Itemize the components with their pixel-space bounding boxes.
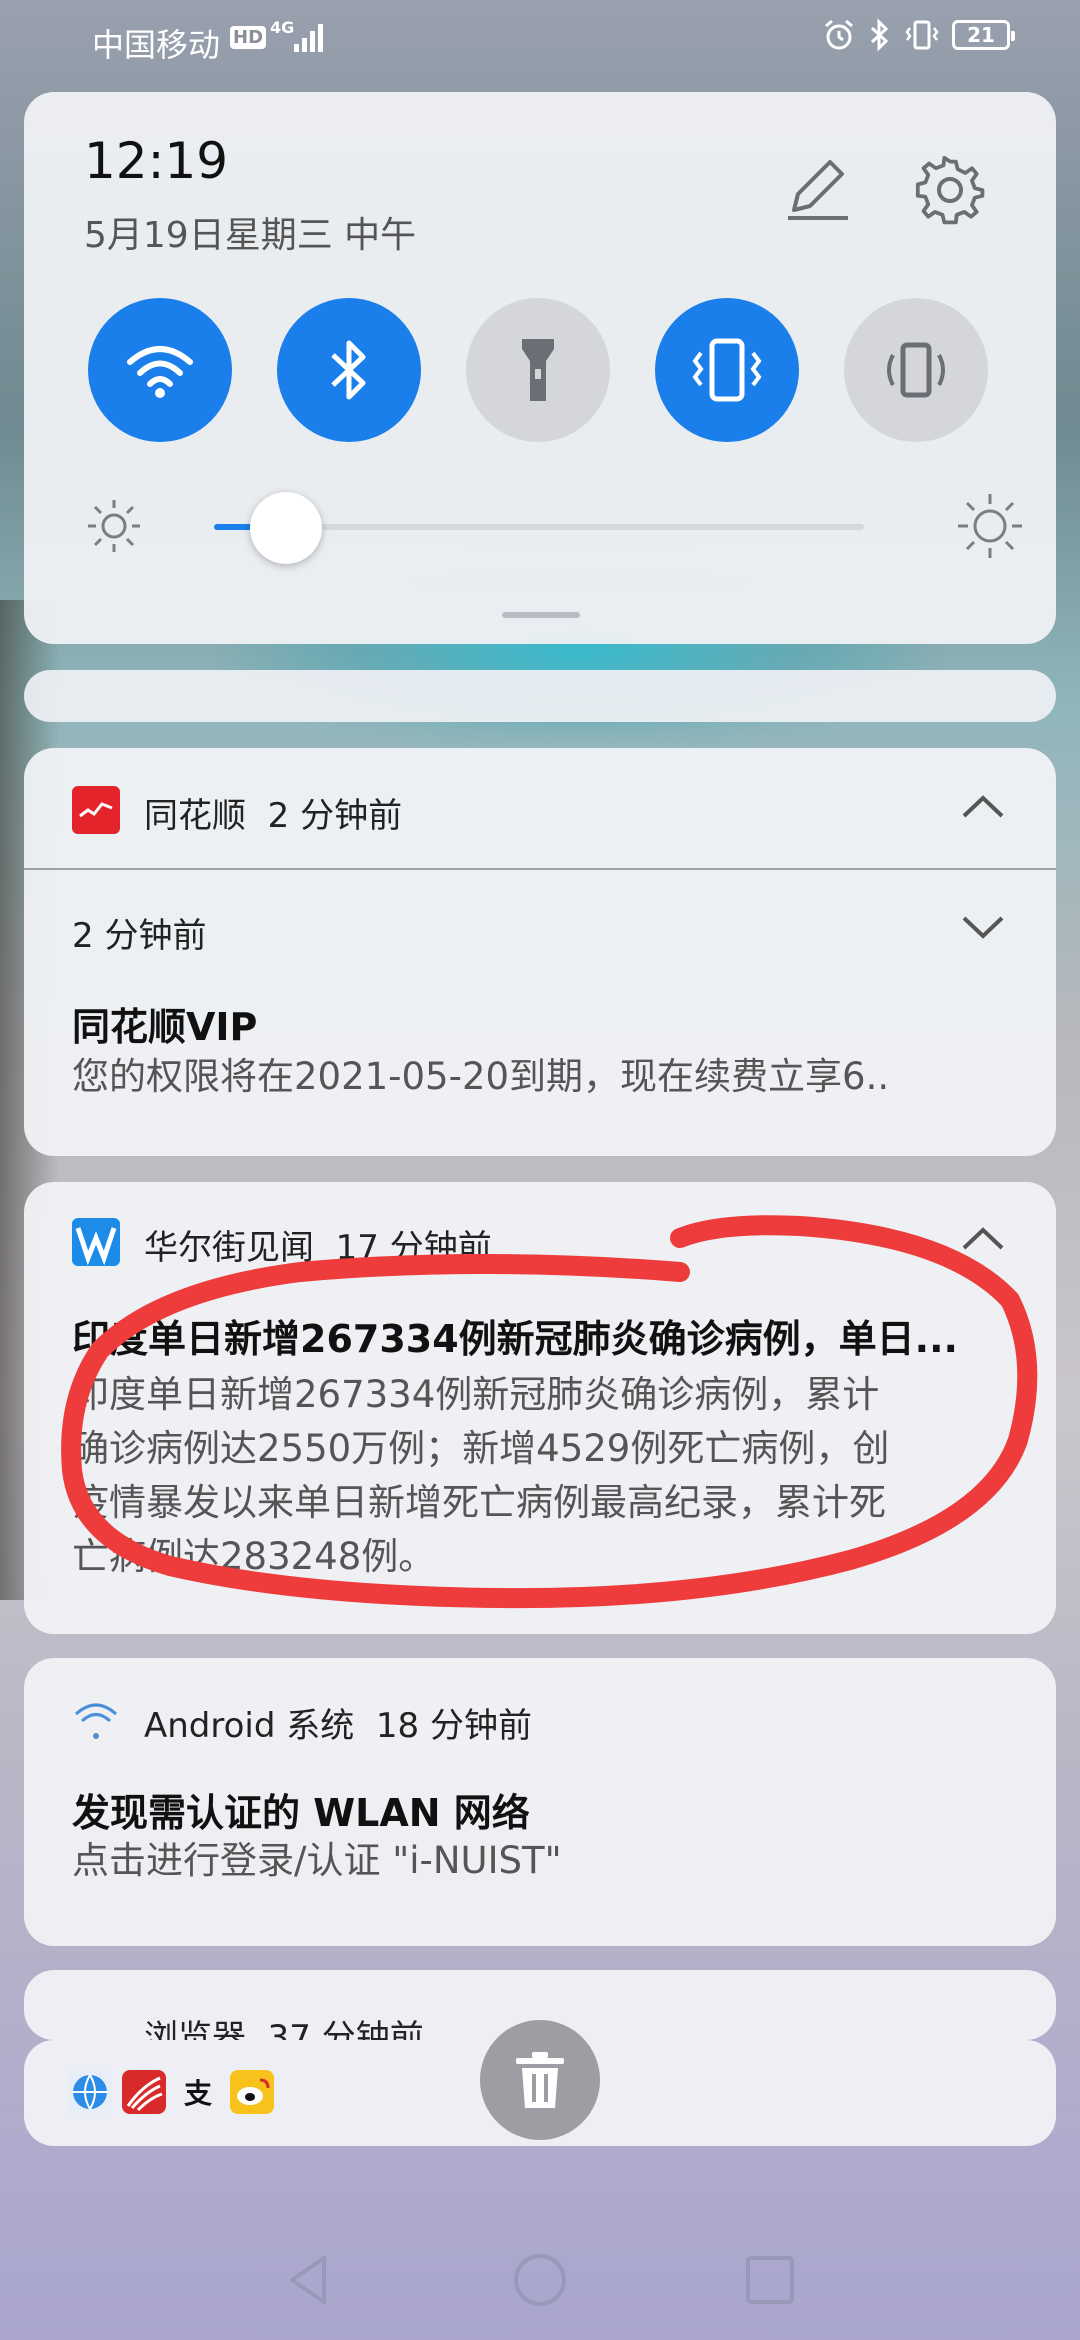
carrier-name: 中国移动 <box>92 26 221 64</box>
notification-app-label: 浏览器 37 分钟前 <box>144 2018 424 2040</box>
xuexitong-icon[interactable] <box>122 2070 166 2114</box>
rotate-screen-icon <box>887 342 945 398</box>
notification-title: 发现需认证的 WLAN 网络 <box>72 1791 530 1835</box>
bluetooth-status-icon <box>870 18 889 52</box>
collapse-chevron-up-icon[interactable] <box>960 1224 1006 1254</box>
brightness-low-icon <box>88 500 140 552</box>
signal-icon <box>294 24 323 52</box>
divider <box>24 868 1056 870</box>
bluetooth-toggle[interactable] <box>277 298 421 442</box>
notification-header[interactable]: 华尔街见闻 17 分钟前 <box>24 1182 1056 1302</box>
notification-title: 同花顺VIP <box>72 1005 258 1049</box>
browser-icon[interactable] <box>68 2070 112 2114</box>
alarm-icon <box>825 19 853 50</box>
notification-body-line: 疫情暴发以来单日新增死亡病例最高纪录，累计死 <box>72 1481 886 1524</box>
brightness-slider-row <box>84 482 1024 582</box>
wifi-icon <box>127 346 193 398</box>
battery-icon: 21 <box>952 20 1015 50</box>
wlan-question-icon <box>74 1703 118 1739</box>
notification-card-android-system[interactable]: Android 系统 18 分钟前 发现需认证的 WLAN 网络 点击进行登录/… <box>24 1658 1056 1946</box>
notification-app-label: Android 系统 18 分钟前 <box>144 1706 532 1746</box>
navigation-bar <box>0 2220 1080 2340</box>
vibrate-toggle[interactable] <box>655 298 799 442</box>
weibo-icon[interactable] <box>230 2070 274 2114</box>
status-bar: 中国移动 HD 4G 21 <box>0 0 1080 82</box>
collapse-chevron-up-icon[interactable] <box>960 792 1006 822</box>
edit-icon[interactable] <box>784 154 854 224</box>
network-type: 4G <box>270 18 295 37</box>
clock-time: 12:19 <box>84 132 229 190</box>
flashlight-icon <box>522 339 554 401</box>
bluetooth-icon <box>331 340 366 400</box>
notification-title: 印度单日新增267334例新冠肺炎确诊病例，单日... <box>72 1317 958 1361</box>
notification-card-wallstreetcn[interactable]: 华尔街见闻 17 分钟前 印度单日新增267334例新冠肺炎确诊病例，单日...… <box>24 1182 1056 1634</box>
notification-header[interactable]: Android 系统 18 分钟前 <box>24 1658 1056 1778</box>
flashlight-toggle[interactable] <box>466 298 610 442</box>
notification-card-tonghuashun[interactable]: 同花顺 2 分钟前 2 分钟前 同花顺VIP 您的权限将在2021-05-20到… <box>24 748 1056 1156</box>
expand-chevron-down-icon[interactable] <box>960 912 1006 942</box>
notification-sub-time: 2 分钟前 <box>72 916 207 956</box>
notification-body-line: 印度单日新增267334例新冠肺炎确诊病例，累计 <box>72 1373 880 1416</box>
back-icon[interactable] <box>280 2250 340 2310</box>
auto-rotate-toggle[interactable] <box>844 298 988 442</box>
notification-body: 您的权限将在2021-05-20到期，现在续费立享6.. <box>72 1055 890 1098</box>
clear-all-button[interactable] <box>480 2020 600 2140</box>
recents-icon[interactable] <box>740 2250 800 2310</box>
vibrate-status-icon <box>905 20 939 50</box>
hd-badge: HD <box>230 26 267 49</box>
notification-app-label: 华尔街见闻 17 分钟前 <box>144 1228 492 1268</box>
collapsed-notification-bar[interactable] <box>24 670 1056 722</box>
quick-toggles <box>88 298 988 442</box>
brightness-high-icon <box>958 494 1022 558</box>
trash-icon <box>516 2052 564 2108</box>
alipay-icon[interactable]: 支 <box>176 2070 220 2114</box>
brightness-slider-thumb[interactable] <box>249 492 322 564</box>
notification-body: 点击进行登录/认证 "i-NUIST" <box>72 1839 562 1882</box>
notification-body-line: 亡病例达283248例。 <box>72 1535 436 1578</box>
notification-body-line: 确诊病例达2550万例；新增4529例死亡病例，创 <box>72 1427 890 1470</box>
panel-drag-handle[interactable] <box>502 612 580 618</box>
notification-header[interactable]: 同花顺 2 分钟前 <box>24 748 1056 868</box>
quick-settings-panel: 12:19 5月19日星期三 中午 <box>24 92 1056 644</box>
tonghuashun-app-icon <box>72 786 120 834</box>
settings-gear-icon[interactable] <box>914 154 986 226</box>
home-icon[interactable] <box>510 2250 570 2310</box>
vibrate-icon <box>692 338 762 402</box>
clock-date: 5月19日星期三 中午 <box>84 215 417 256</box>
wifi-toggle[interactable] <box>88 298 232 442</box>
wallstreetcn-app-icon <box>72 1218 120 1266</box>
notification-app-label: 同花顺 2 分钟前 <box>144 796 403 836</box>
brightness-slider[interactable] <box>214 492 864 564</box>
